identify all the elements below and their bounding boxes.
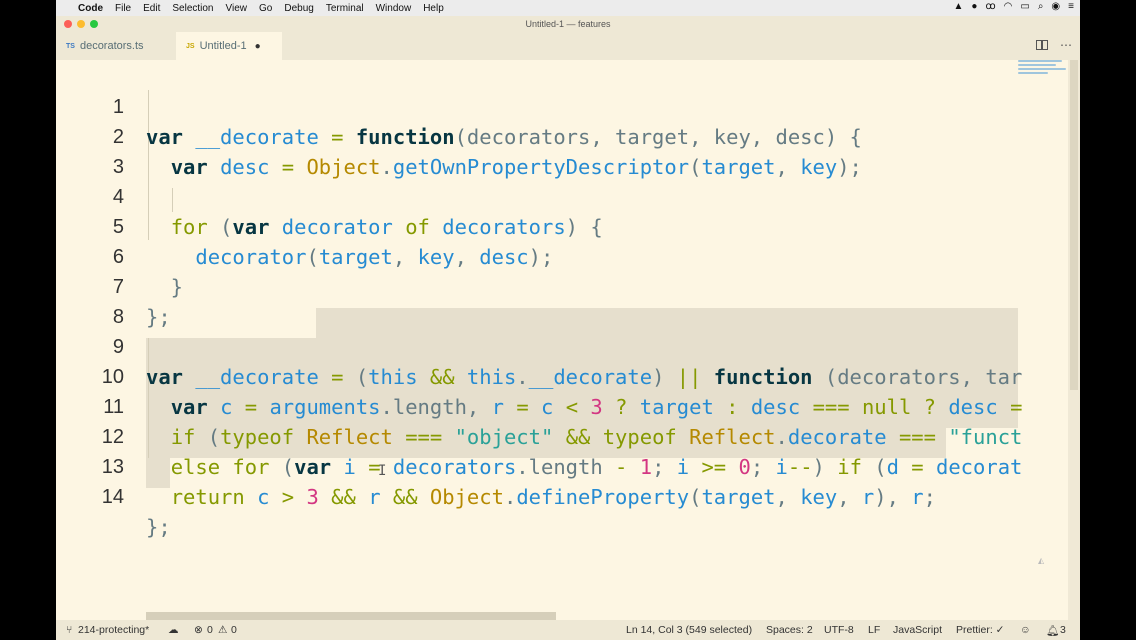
menu-file[interactable]: File [115,3,131,14]
menu-go[interactable]: Go [259,3,272,14]
warnings-icon[interactable]: ⚠ [218,624,227,636]
code-line-3: 3 [56,122,130,178]
indentation[interactable]: Spaces: 2 [766,624,813,636]
vscode-window: Code File Edit Selection View Go Debug T… [56,0,1080,640]
code-line-1: 1 var __decorate = function(decorators, … [56,62,862,149]
udemy-watermark-icon: ◭ [1038,556,1045,565]
menu-code[interactable]: Code [78,3,103,14]
glasses-icon[interactable]: ꝏ [985,1,995,12]
menu-selection[interactable]: Selection [172,3,213,14]
tab-decorators-ts[interactable]: TS decorators.ts [56,32,176,60]
letterbox-right [1080,0,1136,640]
javascript-icon: JS [186,42,195,50]
cursor-position[interactable]: Ln 14, Col 3 (549 selected) [626,624,752,636]
unsaved-dot-icon[interactable]: ● [255,41,261,52]
language-mode[interactable]: JavaScript [893,624,942,636]
encoding[interactable]: UTF-8 [824,624,854,636]
code-line-5: 5 decorator(target, key, desc); [56,182,553,269]
feedback-smiley-icon[interactable]: ☺ [1020,624,1031,636]
notifications-bell-icon[interactable]: 🔔︎ [1046,624,1059,637]
tab-label: Untitled-1 [199,40,247,52]
minimize-window-button[interactable] [77,20,85,28]
menu-window[interactable]: Window [376,3,412,14]
list-icon[interactable]: ≡ [1068,1,1074,12]
close-window-button[interactable] [64,20,72,28]
letterbox-left [0,0,56,640]
siri-icon[interactable]: ◉ [1051,1,1060,12]
warning-count[interactable]: 0 [231,624,237,636]
code-line-12: 12 else for (var i = decorators.length -… [56,392,1023,479]
window-title-bar: Untitled-1 — features [56,16,1080,32]
git-branch-icon[interactable]: ⑂ [66,624,72,636]
code-line-8: 8 [56,272,130,328]
split-editor-icon[interactable] [1036,40,1048,50]
menu-view[interactable]: View [226,3,248,14]
selection-highlight [316,308,1018,338]
code-line-7: 7 }; [56,242,171,329]
git-branch[interactable]: 214-protecting* [78,624,149,636]
menu-edit[interactable]: Edit [143,3,160,14]
line-ending[interactable]: LF [868,624,880,636]
code-line-6: 6 } [56,212,183,299]
code-line-13: 13 return c > 3 && r && Object.definePro… [56,422,936,509]
code-line-10: 10 var c = arguments.length, r = c < 3 ?… [56,332,1023,419]
code-line-14: 14 }; [56,452,171,539]
tab-bar: TS decorators.ts JS Untitled-1 ● ⋯ [56,32,1080,60]
menu-help[interactable]: Help [423,3,444,14]
horizontal-scroll-thumb[interactable] [146,612,556,620]
window-title: Untitled-1 — features [525,19,611,29]
line-number: 14 [101,486,124,508]
menu-terminal[interactable]: Terminal [326,3,364,14]
zoom-window-button[interactable] [90,20,98,28]
minimap[interactable] [1018,60,1068,84]
search-icon[interactable]: ⌕ [1038,1,1044,12]
status-bar: ⑂ 214-protecting* ☁ ⊗ 0 ⚠ 0 Ln 14, Col 3… [56,620,1080,640]
vertical-scrollbar[interactable] [1068,60,1080,620]
code-line-11: 11 if (typeof Reflect === "object" && ty… [56,362,1022,449]
menu-debug[interactable]: Debug [284,3,313,14]
vertical-scroll-thumb[interactable] [1070,60,1078,390]
errors-icon[interactable]: ⊗ [194,624,203,636]
tab-untitled-1[interactable]: JS Untitled-1 ● [176,32,282,60]
text-cursor-icon: I [378,463,387,479]
wifi-icon[interactable]: ◠ [1004,1,1013,12]
more-actions-icon[interactable]: ⋯ [1060,38,1072,52]
error-count[interactable]: 0 [207,624,213,636]
battery-icon[interactable]: ▭ [1020,1,1029,12]
tray-icon[interactable]: ▲ [953,1,963,12]
typescript-icon: TS [66,42,75,50]
sync-icon[interactable]: ☁ [168,624,179,636]
prettier-status[interactable]: Prettier: ✓ [956,624,1004,636]
menu-bar: Code File Edit Selection View Go Debug T… [56,0,1080,16]
notification-count[interactable]: 3 [1060,624,1066,636]
code-line-4: 4 for (var decorator of decorators) { [56,152,603,239]
record-icon[interactable]: ● [971,1,977,12]
code-line-9: 9 var __decorate = (this && this.__decor… [56,302,1022,389]
tab-label: decorators.ts [79,40,144,52]
code-line-2: 2 var desc = Object.getOwnPropertyDescri… [56,92,862,179]
indent-guide [172,188,173,212]
code-editor[interactable]: 1 var __decorate = function(decorators, … [56,60,1068,620]
